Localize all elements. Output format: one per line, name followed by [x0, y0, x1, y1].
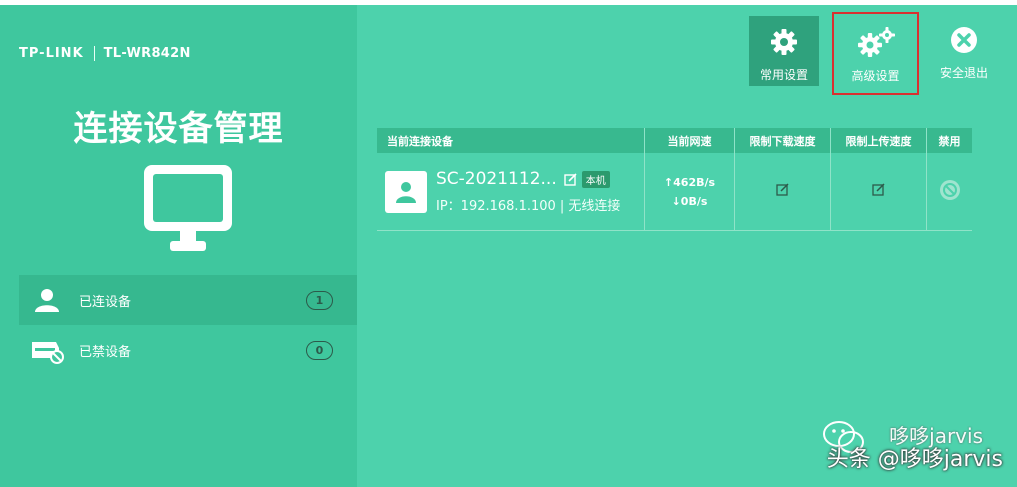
this-device-badge: 本机 — [581, 170, 610, 188]
upload-speed: ↑462B/s — [663, 175, 716, 189]
header-upload-limit: 限制上传速度 — [831, 128, 927, 153]
advanced-settings-label: 高级设置 — [851, 69, 900, 83]
header-device: 当前连接设备 — [377, 128, 645, 153]
brand: TP-LINK TL-WR842N — [19, 43, 191, 63]
disable-cell — [927, 153, 972, 230]
device-name-line: SC-2021112... 本机 — [436, 169, 620, 189]
sidebar: TP-LINK TL-WR842N 连接设备管理 已连设备 1 已禁设备 0 — [0, 5, 357, 487]
tp-link-logo: TP-LINK — [19, 45, 84, 61]
sidebar-item-label: 已连设备 — [79, 294, 132, 310]
sidebar-item-connected[interactable]: 已连设备 1 — [19, 275, 357, 325]
sidebar-item-label: 已禁设备 — [79, 344, 132, 360]
device-info: SC-2021112... 本机 IP：192.168.1.100 | 无线连接 — [436, 169, 620, 214]
edit-upload-limit-icon[interactable] — [871, 182, 886, 201]
device-ip: IP：192.168.1.100 | 无线连接 — [436, 199, 621, 214]
monitor-icon — [140, 163, 236, 259]
advanced-settings-button[interactable]: 高级设置 — [832, 12, 919, 95]
disable-device-icon[interactable] — [939, 179, 961, 205]
device-name: SC-2021112... — [436, 169, 557, 189]
speed-cell: ↑462B/s ↓0B/s — [645, 153, 735, 230]
connected-count-badge: 1 — [306, 290, 333, 310]
gear-icon — [770, 26, 798, 58]
basic-settings-button[interactable]: 常用设置 — [749, 16, 819, 86]
header-download-limit: 限制下载速度 — [735, 128, 831, 153]
brand-divider — [93, 45, 95, 61]
header-speed: 当前网速 — [645, 128, 735, 153]
device-cell: SC-2021112... 本机 IP：192.168.1.100 | 无线连接 — [377, 153, 645, 230]
download-limit-cell — [735, 153, 831, 230]
close-circle-icon — [950, 24, 978, 56]
blocked-device-icon — [27, 336, 67, 364]
logout-button[interactable]: 安全退出 — [928, 14, 1000, 96]
user-icon — [27, 287, 67, 313]
sidebar-item-blocked[interactable]: 已禁设备 0 — [19, 325, 357, 375]
edit-name-icon[interactable] — [564, 172, 577, 186]
page-title: 连接设备管理 — [73, 109, 284, 149]
header-disable: 禁用 — [938, 134, 961, 148]
blocked-count-badge: 0 — [306, 340, 333, 360]
device-avatar-icon — [385, 170, 427, 213]
logout-label: 安全退出 — [939, 66, 988, 80]
device-table: 当前连接设备 当前网速 限制下载速度 限制上传速度 禁用 SC-2021112.… — [377, 128, 972, 231]
edit-download-limit-icon[interactable] — [775, 182, 790, 201]
table-header: 当前连接设备 当前网速 限制下载速度 限制上传速度 禁用 — [377, 128, 972, 153]
upload-limit-cell — [831, 153, 927, 230]
gears-icon — [856, 26, 896, 58]
model-name: TL-WR842N — [103, 45, 191, 61]
download-speed: ↓0B/s — [671, 194, 708, 208]
table-row: SC-2021112... 本机 IP：192.168.1.100 | 无线连接… — [377, 153, 972, 231]
watermark-line2: 头条 @哆哆jarvis — [826, 447, 1003, 472]
basic-settings-label: 常用设置 — [759, 68, 808, 82]
